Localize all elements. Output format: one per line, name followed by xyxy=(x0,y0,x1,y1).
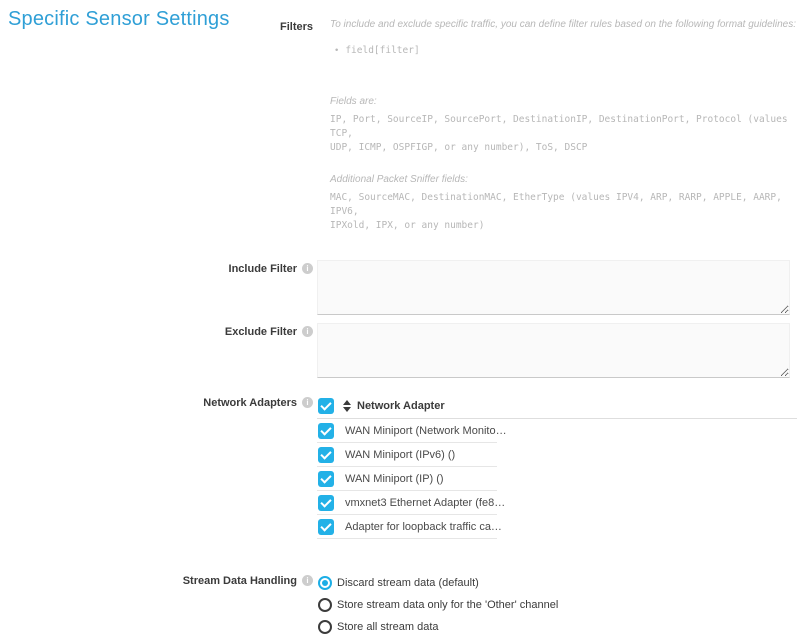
info-icon[interactable] xyxy=(302,397,313,408)
filters-label: Filters xyxy=(280,21,313,33)
radio-button[interactable] xyxy=(318,620,332,634)
exclude-filter-textarea[interactable] xyxy=(317,323,790,378)
include-filter-textarea[interactable] xyxy=(317,260,790,315)
radio-label[interactable]: Store all stream data xyxy=(337,621,439,633)
adapter-name: WAN Miniport (IP) () xyxy=(345,473,444,485)
adapter-name: Adapter for loopback traffic ca… xyxy=(345,521,502,533)
adapter-table: Network Adapter WAN Miniport (Network Mo… xyxy=(317,394,797,539)
adapter-checkbox[interactable] xyxy=(318,519,334,535)
include-filter-row: Include Filter xyxy=(0,260,802,315)
adapter-row: WAN Miniport (Network Monito… xyxy=(317,419,497,443)
info-icon[interactable] xyxy=(302,575,313,586)
fields-list: IP, Port, SourceIP, SourcePort, Destinat… xyxy=(317,113,802,155)
info-icon[interactable] xyxy=(302,263,313,274)
adapter-checkbox[interactable] xyxy=(318,495,334,511)
network-adapters-label: Network Adapters xyxy=(203,397,297,409)
radio-discard-stream[interactable]: Discard stream data (default) xyxy=(317,572,802,594)
adapter-row: vmxnet3 Ethernet Adapter (fe8… xyxy=(317,491,497,515)
adapter-row: WAN Miniport (IP) () xyxy=(317,467,497,491)
additional-fields-list: MAC, SourceMAC, DestinationMAC, EtherTyp… xyxy=(317,191,802,233)
additional-fields-note: Additional Packet Sniffer fields: xyxy=(317,173,802,186)
stream-data-handling-row: Stream Data Handling Discard stream data… xyxy=(0,572,802,638)
adapter-name: WAN Miniport (Network Monito… xyxy=(345,425,507,437)
exclude-filter-row: Exclude Filter xyxy=(0,323,802,378)
radio-button[interactable] xyxy=(318,598,332,612)
adapter-name: vmxnet3 Ethernet Adapter (fe8… xyxy=(345,497,505,509)
filters-intro: To include and exclude specific traffic,… xyxy=(317,18,802,31)
adapter-row: Adapter for loopback traffic ca… xyxy=(317,515,497,539)
fields-are-note: Fields are: xyxy=(317,95,802,108)
info-icon[interactable] xyxy=(302,326,313,337)
filter-format-code: field[filter] xyxy=(317,44,802,57)
network-adapters-row: Network Adapters Network Adapter WAN Min… xyxy=(0,394,802,539)
radio-label[interactable]: Store stream data only for the 'Other' c… xyxy=(337,599,558,611)
radio-store-all[interactable]: Store all stream data xyxy=(317,616,802,638)
adapter-checkbox[interactable] xyxy=(318,447,334,463)
exclude-filter-label: Exclude Filter xyxy=(225,326,297,338)
adapter-checkbox[interactable] xyxy=(318,471,334,487)
stream-data-handling-label: Stream Data Handling xyxy=(183,575,297,587)
adapter-checkbox[interactable] xyxy=(318,423,334,439)
radio-button-selected[interactable] xyxy=(318,576,332,590)
radio-store-other-channel[interactable]: Store stream data only for the 'Other' c… xyxy=(317,594,802,616)
sensor-settings-form: Filters To include and exclude specific … xyxy=(0,0,802,638)
radio-label[interactable]: Discard stream data (default) xyxy=(337,577,479,589)
adapter-name: WAN Miniport (IPv6) () xyxy=(345,449,455,461)
sort-icon[interactable] xyxy=(343,400,351,412)
adapter-row: WAN Miniport (IPv6) () xyxy=(317,443,497,467)
adapter-table-header: Network Adapter xyxy=(317,394,797,419)
select-all-checkbox[interactable] xyxy=(318,398,334,414)
adapter-column-header[interactable]: Network Adapter xyxy=(357,400,445,412)
include-filter-label: Include Filter xyxy=(229,263,297,275)
filters-row: Filters To include and exclude specific … xyxy=(0,18,802,233)
